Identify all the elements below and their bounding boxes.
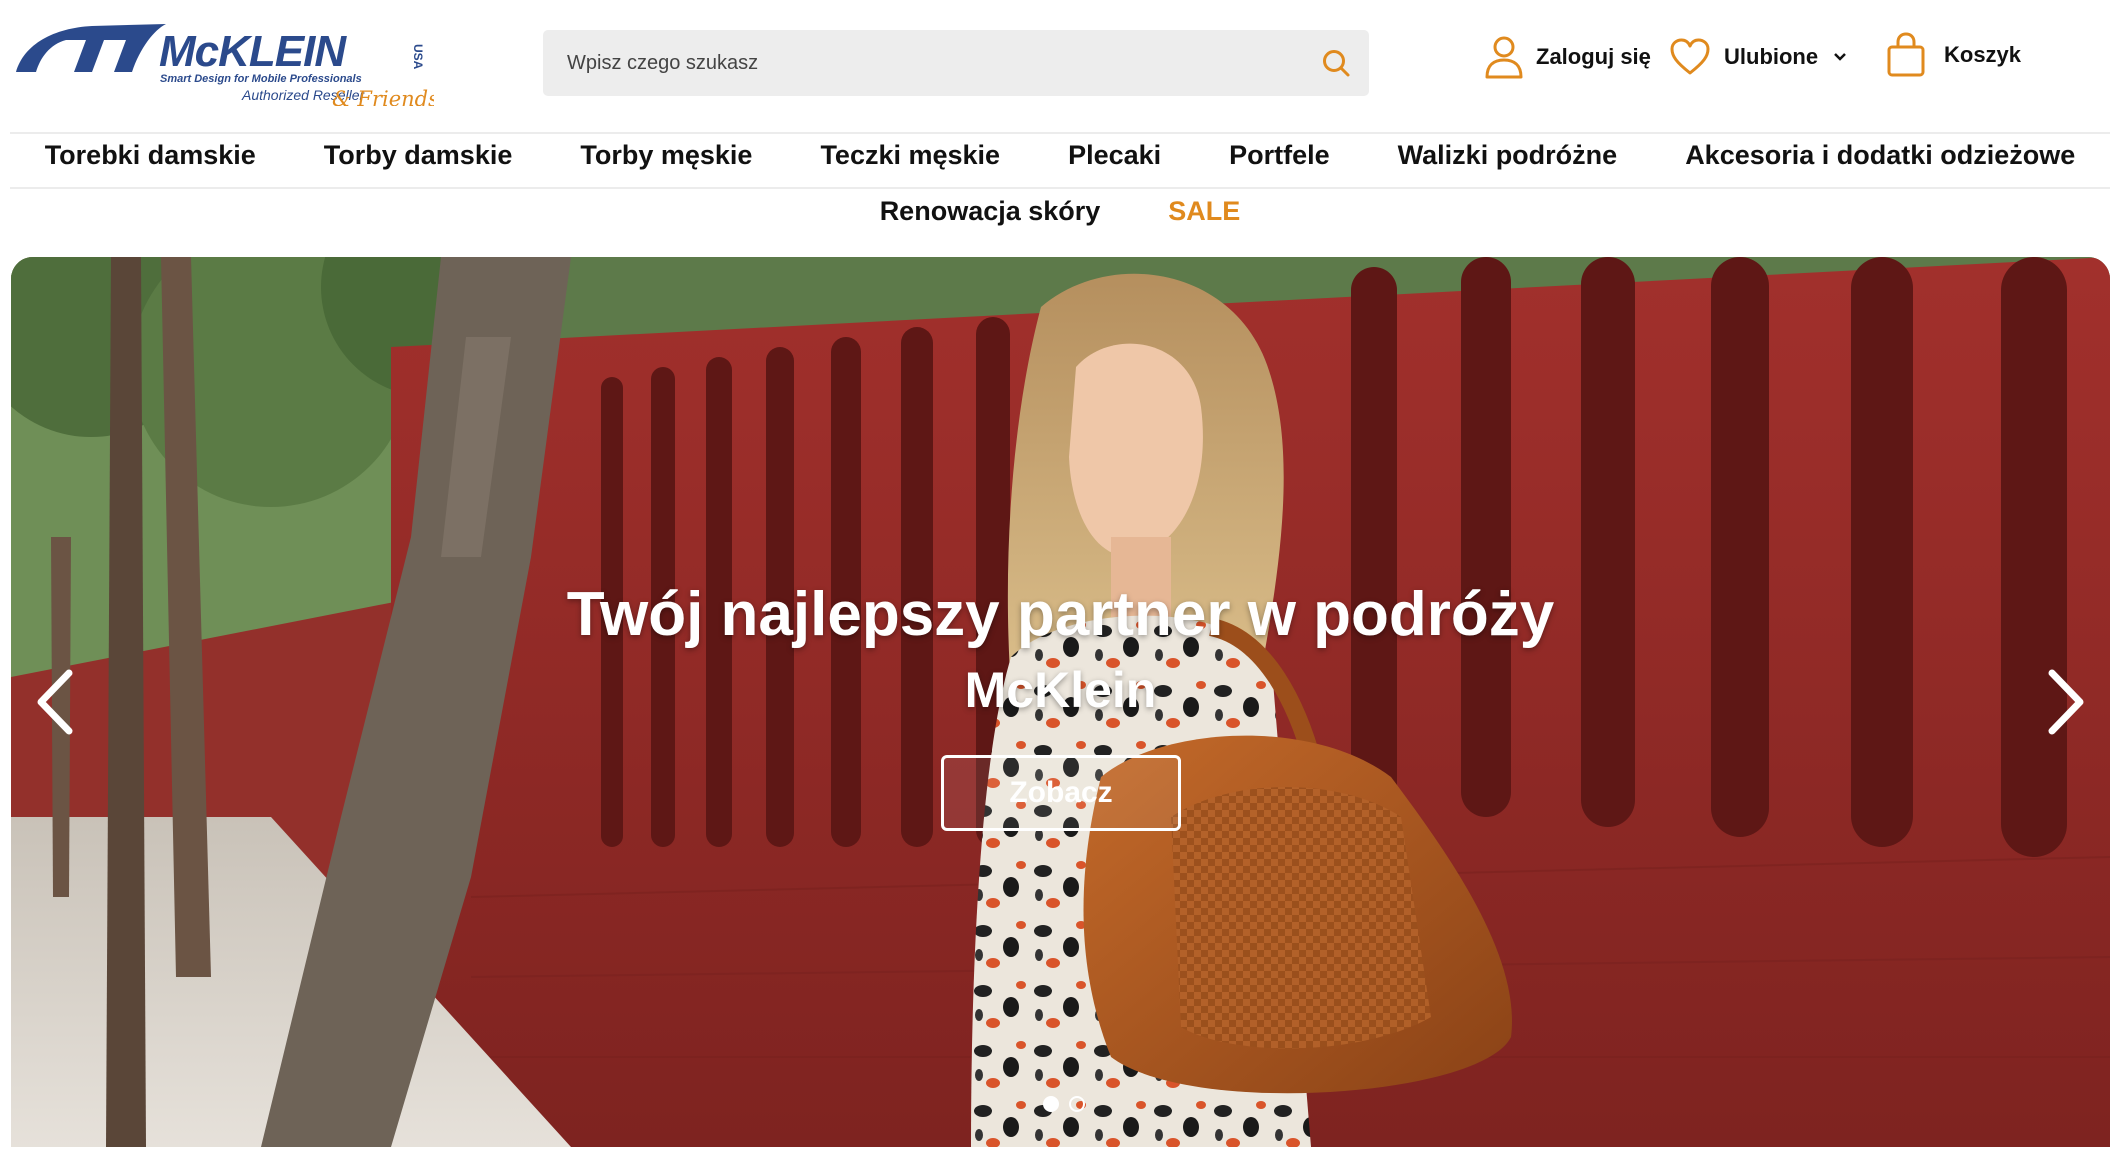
nav-divider-mid: [10, 187, 2110, 189]
slider-next-icon[interactable]: [2044, 667, 2088, 737]
nav-item-torebki-damskie[interactable]: Torebki damskie: [45, 140, 256, 171]
slider-dot[interactable]: [1069, 1096, 1085, 1112]
page: McKLEIN USA Smart Design for Mobile Prof…: [0, 0, 2120, 1157]
search-input[interactable]: [567, 30, 1267, 96]
login-label: Zaloguj się: [1536, 44, 1651, 69]
nav-item-portfele[interactable]: Portfele: [1229, 140, 1330, 171]
cart-link[interactable]: Koszyk: [1886, 30, 2021, 80]
nav-divider-top: [10, 132, 2110, 134]
hero-cta-button[interactable]: Zobacz: [941, 755, 1181, 831]
brand-logo[interactable]: McKLEIN USA Smart Design for Mobile Prof…: [14, 14, 434, 106]
main-nav-row-1: Torebki damskie Torby damskie Torby męsk…: [0, 140, 2120, 171]
slider-dot[interactable]: [1043, 1096, 1059, 1112]
nav-item-teczki-meskie[interactable]: Teczki męskie: [820, 140, 1000, 171]
hero-subtitle: McKlein: [964, 662, 1157, 718]
login-link[interactable]: Zaloguj się: [1484, 32, 1651, 82]
svg-text:& Friends: & Friends: [332, 87, 434, 106]
slider-pagination: [1043, 1096, 1085, 1112]
site-header: McKLEIN USA Smart Design for Mobile Prof…: [0, 0, 2120, 130]
search-bar: [543, 30, 1369, 96]
cart-label: Koszyk: [1944, 42, 2022, 67]
nav-item-torby-damskie[interactable]: Torby damskie: [324, 140, 513, 171]
main-nav-row-2: Renowacja skóry SALE: [0, 196, 2120, 227]
svg-text:McKLEIN: McKLEIN: [159, 27, 347, 76]
user-icon: [1485, 36, 1523, 79]
nav-item-walizki-podrozne[interactable]: Walizki podróżne: [1398, 140, 1618, 171]
nav-item-renowacja-skory[interactable]: Renowacja skóry: [880, 196, 1101, 227]
search-icon[interactable]: [1321, 48, 1351, 78]
nav-item-akcesoria[interactable]: Akcesoria i dodatki odzieżowe: [1685, 140, 2075, 171]
mcklein-logo-graphic: McKLEIN USA Smart Design for Mobile Prof…: [16, 24, 434, 106]
favorites-dropdown[interactable]: Ulubione: [1670, 32, 1848, 82]
heart-icon: [1670, 38, 1710, 75]
shopping-bag-icon: [1887, 32, 1925, 77]
svg-text:Smart Design for Mobile Profes: Smart Design for Mobile Professionals: [160, 73, 362, 85]
favorites-label: Ulubione: [1724, 44, 1819, 69]
slider-prev-icon[interactable]: [33, 667, 77, 737]
nav-item-plecaki[interactable]: Plecaki: [1068, 140, 1161, 171]
nav-item-sale[interactable]: SALE: [1168, 196, 1240, 227]
nav-item-torby-meskie[interactable]: Torby męskie: [580, 140, 752, 171]
svg-text:USA: USA: [411, 44, 425, 70]
hero-slider: Twój najlepszy partner w podróży McKlein…: [11, 257, 2110, 1147]
chevron-down-icon: [1834, 53, 1846, 61]
hero-title: Twój najlepszy partner w podróży: [566, 580, 1555, 649]
